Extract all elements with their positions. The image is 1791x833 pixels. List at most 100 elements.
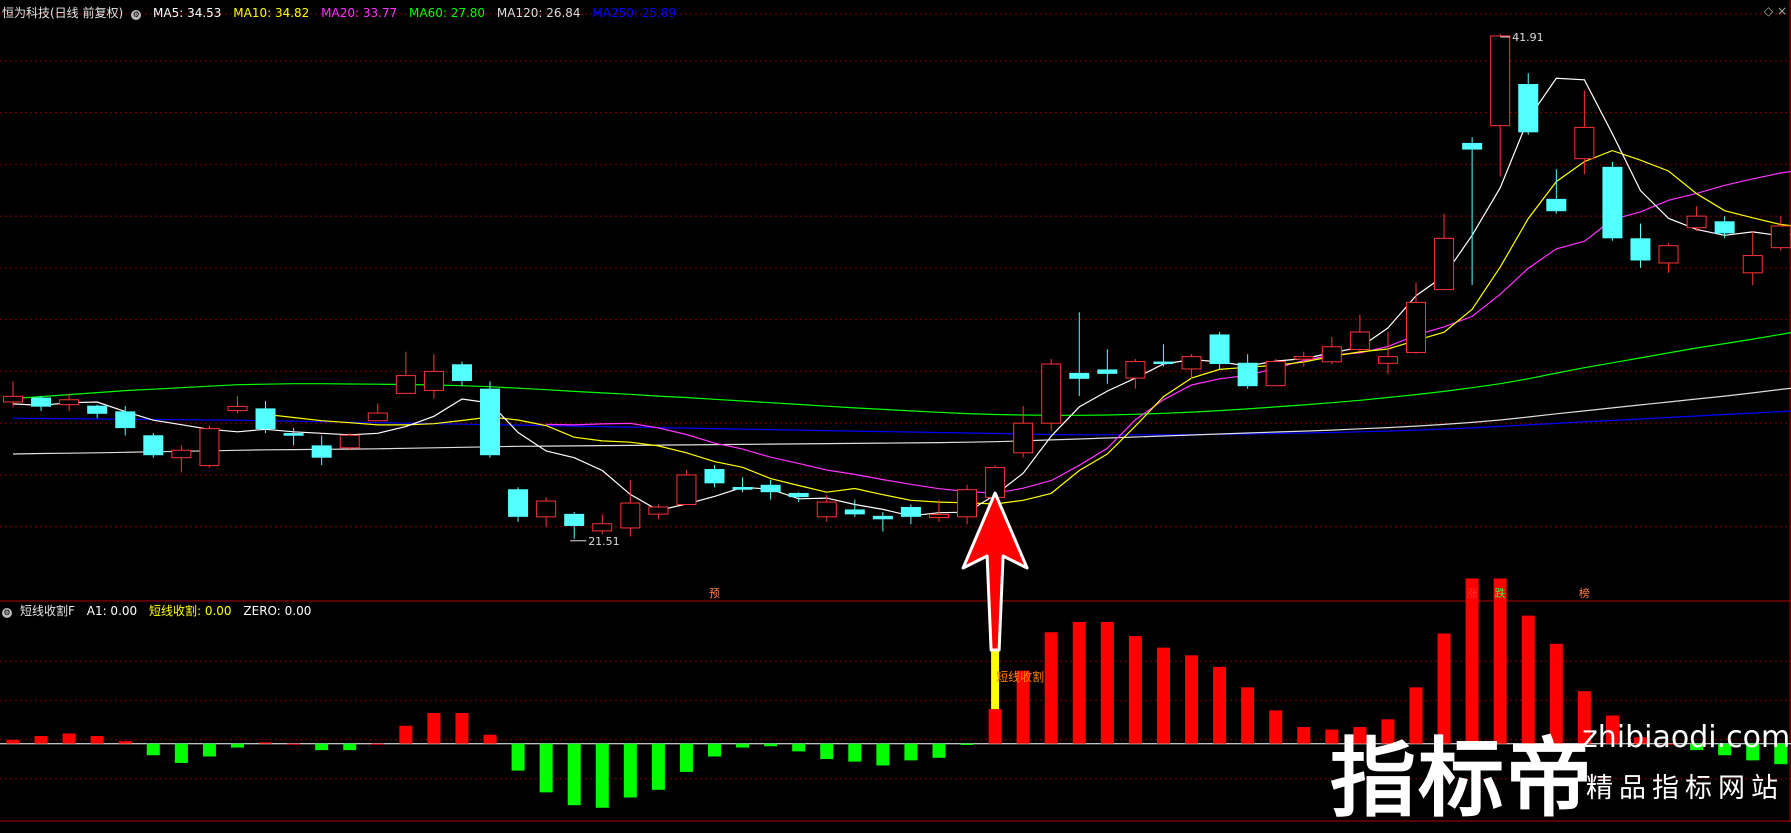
candle-body-30: [845, 509, 865, 514]
ma120-label: MA120: 26.84: [497, 6, 581, 20]
indicator-bar-3: [91, 736, 104, 744]
watermark-tag: 精品指标网站: [1586, 766, 1784, 805]
candle-body-56: [1575, 127, 1594, 158]
candle-50: [1407, 283, 1426, 354]
watermark: 指标帝 zhibiaodi.com 精品指标网站: [1330, 708, 1790, 820]
candle-56: [1575, 90, 1594, 174]
candle-51: [1435, 214, 1454, 290]
indicator-bar-31: [876, 744, 889, 766]
candle-body-59: [1659, 246, 1678, 263]
candle-body-48: [1350, 332, 1369, 350]
candle-33: [929, 500, 948, 522]
candle-7: [200, 426, 219, 468]
candle-52: [1462, 137, 1482, 285]
candle-body-15: [424, 371, 443, 390]
candle-body-44: [1238, 363, 1258, 386]
candle-body-61: [1715, 221, 1735, 233]
indicator-bar-40: [1129, 636, 1142, 744]
candle-body-55: [1546, 199, 1566, 211]
signal-text: 短线收割: [996, 669, 1044, 684]
ma60-line: [13, 330, 1791, 416]
candle-body-25: [705, 469, 725, 483]
ma5-label: MA5: 34.53: [153, 6, 221, 20]
candle-28: [789, 492, 809, 502]
candle-27: [761, 480, 781, 500]
indicator-bar-45: [1269, 710, 1282, 743]
candle-1: [31, 396, 51, 411]
indicator-bar-6: [175, 744, 188, 763]
settings-icon[interactable]: ⚙: [131, 10, 141, 20]
ma120-line: [13, 386, 1791, 454]
window-controls: ◇ ×: [1764, 4, 1787, 18]
close-icon[interactable]: ×: [1777, 4, 1787, 18]
candle-body-24: [677, 475, 696, 505]
indicator-bar-43: [1213, 667, 1226, 744]
ma10-label: MA10: 34.82: [233, 6, 309, 20]
candle-54: [1518, 73, 1538, 135]
candle-body-8: [228, 406, 247, 410]
watermark-url: zhibiaodi.com: [1582, 720, 1790, 755]
candle-body-39: [1097, 369, 1117, 373]
indicator-bar-19: [540, 744, 553, 793]
candle-49: [1378, 332, 1397, 374]
candle-body-9: [256, 408, 276, 429]
candle-body-53: [1491, 36, 1510, 126]
candle-13: [368, 403, 387, 420]
candle-body-12: [340, 435, 359, 448]
candle-6: [172, 445, 191, 472]
indicator-bar-9: [259, 742, 272, 743]
indicator-bar-34: [961, 744, 974, 745]
candle-57: [1602, 162, 1622, 241]
candle-body-28: [789, 493, 809, 497]
indicator-settings-icon[interactable]: ⚙: [2, 608, 12, 618]
candle-body-34: [958, 490, 977, 517]
candle-40: [1126, 359, 1145, 389]
candle-14: [396, 352, 415, 394]
indicator-bar-33: [932, 744, 945, 758]
candle-body-50: [1407, 302, 1426, 352]
candle-body-3: [87, 406, 107, 414]
candle-43: [1210, 332, 1230, 369]
candle-body-58: [1630, 238, 1650, 260]
indicator-bar-32: [904, 744, 917, 761]
candle-body-4: [115, 411, 135, 428]
indicator-bar-46: [1297, 727, 1310, 744]
candle-48: [1350, 315, 1369, 352]
candle-body-31: [873, 516, 893, 519]
candle-9: [256, 401, 276, 433]
candle-12: [340, 433, 359, 450]
marker-zhang: 涨: [1467, 587, 1478, 600]
marker-yu: 预: [709, 587, 720, 600]
candle-body-46: [1294, 357, 1313, 359]
indicator-bar-8: [231, 744, 244, 748]
indicator-bar-10: [287, 744, 300, 745]
candle-19: [537, 497, 556, 527]
upper-legend: 恒为科技(日线 前复权)⚙ MA5: 34.53 MA10: 34.82 MA2…: [2, 4, 684, 21]
candle-body-40: [1126, 362, 1145, 379]
candle-42: [1182, 354, 1201, 379]
annotations: 21.5141.91预涨跌榜短线收割: [570, 31, 1590, 684]
indicator-bar-7: [203, 744, 216, 757]
indicator-bar-0: [7, 740, 20, 744]
diamond-icon[interactable]: ◇: [1764, 4, 1773, 18]
candle-16: [452, 362, 472, 387]
candle-body-23: [649, 507, 668, 514]
ma20-label: MA20: 33.77: [321, 6, 397, 20]
indicator-bar-4: [119, 741, 132, 744]
candle-24: [677, 470, 696, 505]
candle-body-52: [1462, 143, 1482, 150]
high-price-label: 41.91: [1512, 31, 1544, 44]
candle-21: [593, 514, 612, 534]
candle-32: [901, 505, 921, 525]
candle-15: [424, 354, 443, 398]
candle-53: [1491, 34, 1510, 177]
candle-18: [508, 487, 528, 522]
indicator-bar-14: [399, 726, 412, 744]
candle-body-62: [1743, 256, 1762, 273]
indicator-bar-38: [1073, 622, 1086, 744]
candle-body-41: [1153, 362, 1173, 364]
indicator-bar-16: [455, 713, 468, 744]
candle-body-45: [1266, 362, 1285, 386]
indicator-bar-5: [147, 744, 160, 756]
stock-chart[interactable]: 21.5141.91预涨跌榜短线收割: [0, 0, 1791, 822]
